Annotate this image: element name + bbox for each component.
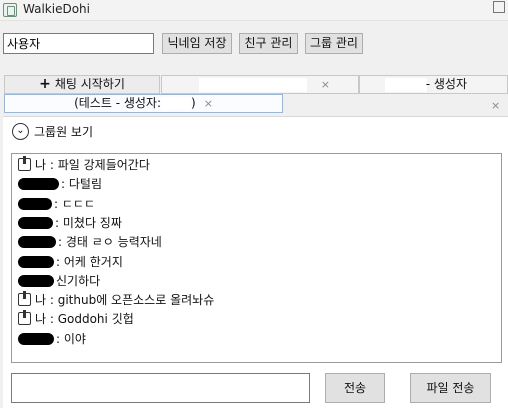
manage-groups-button[interactable]: 그룹 관리 [305,33,363,54]
message-text: 어케 한거지 [63,254,123,269]
redacted-sender [18,178,59,191]
message-text: 미쳤다 징짜 [62,215,122,230]
plus-icon: + [39,76,51,92]
redacted-text [385,78,427,92]
message-separator: : [46,158,58,172]
manage-friends-button[interactable]: 친구 관리 [239,33,298,54]
tab-label-end: ) [191,96,196,110]
message-text: github에 오픈소스로 올려놔슈 [57,293,215,308]
message-text: 경태 ㄹㅇ 능력자네 [65,235,162,250]
file-send-button[interactable]: 파일 전송 [410,373,491,403]
tab-chat-room[interactable]: - 생성자 [359,75,508,94]
close-icon[interactable]: × [491,99,500,112]
show-members-toggle[interactable]: ⌄ 그룹원 보기 [12,123,93,143]
tab-label: - 생성자 [425,77,467,91]
message-separator: : [55,215,63,230]
message-text: 파일 강제들어간다 [57,158,150,172]
message-sender: 나 [35,312,47,327]
message-sender: 나 [35,158,47,172]
message-list[interactable]: 나 : 파일 강제들어간다: 다털림: ㄷㄷㄷ: 미쳤다 징짜: 경태 ㄹㅇ 능… [11,153,502,363]
message-separator: : [46,312,58,327]
message-item: : 미쳤다 징짜 [18,214,122,233]
message-item: : ㄷㄷㄷ [18,195,95,214]
show-members-label: 그룹원 보기 [34,125,94,139]
message-text: 이야 [63,331,86,346]
message-item: 나 : 파일 강제들어간다 [18,156,150,175]
window-title: WalkieDohi [23,2,90,16]
message-separator: : [58,235,66,250]
message-item: 나 : Goddohi 깃헙 [18,310,134,329]
redacted-sender [18,216,53,229]
message-item: : 다털림 [18,175,102,194]
message-text: Goddohi 깃헙 [57,312,134,327]
tab-label: (테스트 - 생성자: [74,96,162,110]
tab-start-chat[interactable]: + 채팅 시작하기 [4,75,160,94]
message-sender: 나 [35,293,47,308]
message-item: : 경태 ㄹㅇ 능력자네 [18,233,162,252]
message-item: 신기하다 [18,272,100,291]
save-nickname-button[interactable]: 닉네임 저장 [162,33,232,54]
walkie-talkie-icon [3,3,17,17]
message-text: 신기하다 [56,273,101,288]
message-separator: : [56,254,64,269]
redacted-sender [18,236,56,249]
redacted-sender [18,255,54,268]
user-icon [18,291,31,307]
redacted-text [161,97,192,110]
tab-start-chat-label: 채팅 시작하기 [54,77,125,91]
title-bar: WalkieDohi [0,0,508,21]
redacted-sender [18,274,54,287]
redacted-sender [18,197,52,210]
nickname-input[interactable] [3,33,154,54]
message-separator: : [46,293,58,308]
close-icon[interactable]: × [204,97,213,110]
message-separator: : [56,331,64,346]
redacted-sender [18,332,54,345]
message-separator: : [54,196,62,211]
send-button[interactable]: 전송 [325,373,385,403]
message-item: : 이야 [18,330,86,349]
tab-chat-room[interactable]: × [161,75,359,94]
message-text: 다털림 [68,177,102,192]
maximize-icon[interactable] [493,1,505,13]
message-item: 나 : github에 오픈소스로 올려놔슈 [18,291,214,310]
message-text: ㄷㄷㄷ [61,196,95,211]
user-icon [18,156,31,171]
message-item: : 어케 한거지 [18,253,123,272]
message-separator: : [61,177,69,192]
message-input[interactable] [11,373,310,403]
tab-active-chat[interactable]: (테스트 - 생성자:) × [4,94,283,113]
chevron-down-icon: ⌄ [12,123,29,140]
close-icon[interactable]: × [321,76,330,93]
user-icon [18,310,31,326]
redacted-text [199,78,307,92]
